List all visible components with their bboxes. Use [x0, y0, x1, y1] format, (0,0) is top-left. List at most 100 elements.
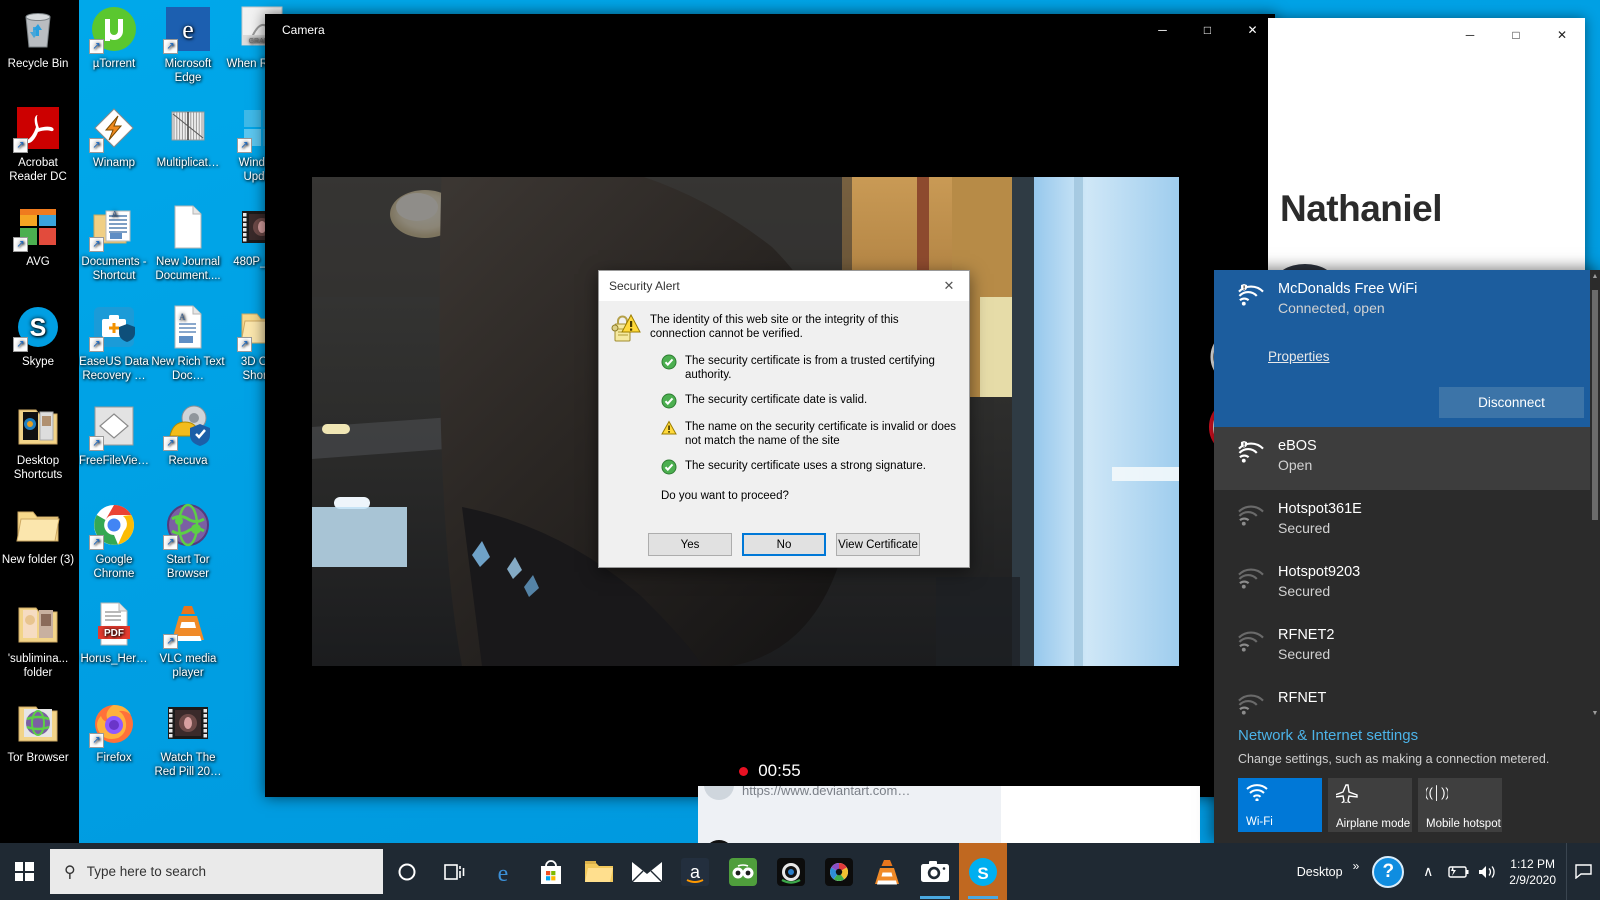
show-desktop-label[interactable]: Desktop	[1291, 865, 1349, 879]
taskbar-app-webcam-app[interactable]	[767, 843, 815, 900]
recycle-bin-icon	[14, 5, 62, 53]
shortcut-overlay-icon: ↗	[163, 436, 178, 451]
yes-button[interactable]: Yes	[648, 533, 732, 556]
cortana-button[interactable]	[383, 843, 431, 900]
taskbar-app-vlc-media-player[interactable]	[863, 843, 911, 900]
desktop-icon-acrobat-reader-dc[interactable]: ↗ Acrobat Reader DC	[0, 104, 76, 184]
desktop-icon-freefilevie[interactable]: ↗ FreeFileVie…	[76, 402, 152, 468]
wifi-network-text: RFNET	[1278, 689, 1326, 708]
desktop-icon-new-folder-3[interactable]: New folder (3)	[0, 501, 76, 567]
taskbar[interactable]: ⚲ Type here to search e a S Desktop » ? ∧	[0, 843, 1600, 900]
skype-titlebar[interactable]: ─ □ ✕	[1268, 18, 1585, 52]
battery-charging-icon[interactable]	[1443, 843, 1473, 900]
wifi-network-flyout[interactable]: McDonalds Free WiFi Connected, open eBOS Op…	[1214, 270, 1600, 843]
desktop-icon-avg[interactable]: ↗ AVG	[0, 203, 76, 269]
quick-action-mobile-hotspot[interactable]: ((│)) Mobile hotspot	[1418, 778, 1502, 832]
desktop-icon-vlc-media-player[interactable]: ↗ VLC media player	[150, 600, 226, 680]
view-certificate-button[interactable]: View Certificate	[836, 533, 920, 556]
wifi-properties-link[interactable]: Properties	[1268, 349, 1330, 364]
taskbar-app-microsoft-store[interactable]	[527, 843, 575, 900]
quick-action-airplane-mode[interactable]: Airplane mode	[1328, 778, 1412, 832]
desktop-icon-recycle-bin[interactable]: Recycle Bin	[0, 5, 76, 71]
wifi-network-list[interactable]: McDonalds Free WiFi Connected, open eBOS Op…	[1214, 270, 1600, 742]
scroll-up-icon[interactable]: ▲	[1590, 270, 1600, 284]
quick-action-label: Mobile hotspot	[1426, 818, 1501, 830]
skype-call-window[interactable]: ─ □ ✕ er Nathaniel	[1268, 18, 1585, 304]
desktop-icon-tor-browser[interactable]: Tor Browser	[0, 699, 76, 765]
google-chrome-icon: ↗	[89, 501, 138, 550]
wifi-network-item[interactable]: Hotspot9203 Secured	[1214, 553, 1600, 616]
desktop-icon-winamp[interactable]: ↗ Winamp	[76, 104, 152, 170]
wifi-network-item[interactable]: RFNET2 Secured	[1214, 616, 1600, 679]
camera-titlebar[interactable]: Camera ─ □ ✕	[265, 14, 1275, 46]
scroll-down-icon[interactable]: ▼	[1590, 707, 1600, 721]
search-input[interactable]: ⚲ Type here to search	[50, 849, 383, 894]
quick-action-tiles[interactable]: Wi-Fi Airplane mode ((│)) Mobile hotspot	[1238, 778, 1502, 832]
minimize-button[interactable]: ─	[1140, 14, 1185, 46]
system-tray[interactable]: Desktop » ? ∧ 1:12 PM 2/9/2020	[1291, 843, 1600, 900]
desktop-icon-horus-her[interactable]: PDF Horus_Her…	[76, 600, 152, 666]
record-dot-icon	[739, 766, 749, 776]
clock[interactable]: 1:12 PM 2/9/2020	[1503, 856, 1566, 888]
wifi-network-item[interactable]: eBOS Open	[1214, 427, 1600, 490]
desktop-icon-label: New folder (3)	[1, 554, 75, 566]
security-alert-titlebar[interactable]: Security Alert ✕	[599, 271, 969, 301]
maximize-button[interactable]: □	[1185, 14, 1230, 46]
close-icon[interactable]: ✕	[929, 271, 969, 301]
desktop-icon-microsoft-edge[interactable]: e ↗ Microsoft Edge	[150, 5, 226, 85]
minimize-button[interactable]: ─	[1447, 18, 1493, 52]
scrollbar-thumb[interactable]	[1592, 290, 1598, 520]
tray-chevron-up-icon[interactable]: ∧	[1413, 843, 1443, 900]
folder-icon	[14, 501, 62, 549]
desktop-icon-documents-shortcut[interactable]: A ↗ Documents - Shortcut	[76, 203, 152, 283]
network-internet-settings-link[interactable]: Network & Internet settings	[1238, 727, 1418, 744]
desktop-icon-torrent[interactable]: ↗ µTorrent	[76, 5, 152, 71]
security-check-row: The name on the security certificate is …	[611, 420, 957, 448]
taskbar-app-microsoft-edge[interactable]: e	[479, 843, 527, 900]
wifi-network-item[interactable]: Hotspot361E Secured	[1214, 490, 1600, 553]
security-alert-dialog[interactable]: Security Alert ✕ The identity of this we…	[598, 270, 970, 568]
shortcut-overlay-icon: ↗	[13, 138, 28, 153]
desktop-icon-skype[interactable]: S ↗ Skype	[0, 303, 76, 369]
desktop-icon-label: EaseUS Data Recovery …	[79, 356, 149, 382]
task-view-button[interactable]	[431, 843, 479, 900]
desktop-icon-multiplicat[interactable]: Multiplicat…	[150, 104, 226, 170]
maximize-button[interactable]: □	[1493, 18, 1539, 52]
scrollbar[interactable]: ▲ ▼	[1590, 270, 1600, 721]
skype-chat-list[interactable]: https://www.deviantart.com… Nathanie :( …	[698, 786, 1001, 843]
taskbar-app-tripadvisor[interactable]	[719, 843, 767, 900]
avatar	[704, 786, 734, 800]
start-button[interactable]	[0, 843, 48, 900]
desktop-icon-sublimina-folder[interactable]: 'sublimina... folder	[0, 600, 76, 680]
desktop-icon-watch-the-red-pill-20[interactable]: Watch The Red Pill 20…	[150, 699, 226, 779]
close-button[interactable]: ✕	[1539, 18, 1585, 52]
taskbar-app-camera[interactable]	[911, 843, 959, 900]
desktop-icon-start-tor-browser[interactable]: ↗ Start Tor Browser	[150, 501, 226, 581]
shortcut-overlay-icon: ↗	[89, 733, 104, 748]
taskbar-app-amazon[interactable]: a	[671, 843, 719, 900]
quick-action-wi-fi[interactable]: Wi-Fi	[1238, 778, 1322, 832]
taskbar-app-skype[interactable]: S	[959, 843, 1007, 900]
action-center-button[interactable]	[1566, 843, 1600, 900]
help-badge-icon[interactable]: ?	[1372, 855, 1405, 888]
taskbar-app-mail[interactable]	[623, 843, 671, 900]
list-item[interactable]: https://www.deviantart.com…	[698, 786, 1001, 814]
desktop-icon-new-journal-document[interactable]: New Journal Document....	[150, 203, 226, 283]
desktop-icon-recuva[interactable]: ↗ Recuva	[150, 402, 226, 468]
volume-icon[interactable]	[1473, 843, 1503, 900]
color-camera-app-icon	[824, 857, 854, 887]
desktop-icon-firefox[interactable]: ↗ Firefox	[76, 699, 152, 765]
list-item[interactable]: Nathanie :( 12/3/2018	[698, 814, 1001, 843]
wifi-network-name: eBOS	[1278, 438, 1317, 454]
disconnect-button[interactable]: Disconnect	[1439, 387, 1584, 418]
tray-overflow-icon[interactable]: »	[1349, 859, 1364, 873]
taskbar-app-color-camera-app[interactable]	[815, 843, 863, 900]
desktop-icon-new-rich-text-doc[interactable]: A New Rich Text Doc…	[150, 303, 226, 383]
desktop-icon-desktop-shortcuts[interactable]: Desktop Shortcuts	[0, 402, 76, 482]
taskbar-app-file-explorer[interactable]	[575, 843, 623, 900]
desktop-icon-google-chrome[interactable]: ↗ Google Chrome	[76, 501, 152, 581]
no-button[interactable]: No	[742, 533, 826, 556]
desktop-icon-easeus-data-recovery[interactable]: ↗ EaseUS Data Recovery …	[76, 303, 152, 383]
wifi-network-text: Hotspot9203 Secured	[1278, 563, 1360, 601]
taskbar-app-buttons[interactable]: eaS	[479, 843, 1007, 900]
